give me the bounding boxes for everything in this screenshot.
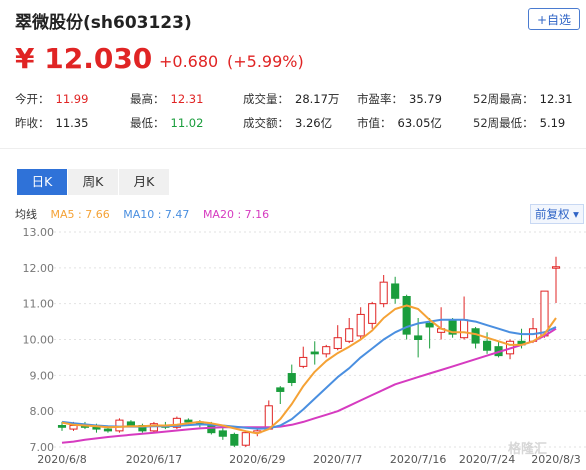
x-tick-label: 2020/6/17 (126, 453, 182, 466)
candle-body (287, 373, 296, 384)
candle-body (322, 346, 331, 355)
candle-body (230, 433, 239, 446)
stat-item: 市值： 63.05亿 (357, 115, 442, 131)
candle-body (264, 405, 273, 430)
adjust-label: 前复权 (535, 207, 570, 221)
stat-label: 成交量： (243, 92, 289, 106)
candle-body (333, 337, 342, 349)
x-tick-label: 2020/7/16 (390, 453, 446, 466)
stat-value: 11.99 (55, 92, 89, 106)
x-tick-label: 2020/6/29 (229, 453, 285, 466)
stat-label: 成交额： (243, 116, 289, 130)
watermark: 格隆汇 (508, 442, 548, 457)
y-tick-label: 12.00 (23, 262, 55, 275)
divider (0, 148, 586, 149)
stat-value: 28.17万 (295, 92, 340, 106)
stat-value: 35.79 (409, 92, 442, 106)
ma5-line (61, 304, 557, 435)
stat-item: 昨收： 11.35 (15, 115, 88, 131)
candle-body (115, 419, 124, 432)
y-tick-label: 9.00 (30, 369, 55, 382)
y-tick-label: 11.00 (23, 298, 55, 311)
stat-label: 52周最高： (473, 92, 534, 106)
stock-title: 翠微股份(sh603123) (15, 13, 192, 33)
chevron-down-icon: ▾ (573, 207, 579, 221)
candle-body (414, 335, 423, 340)
stat-label: 市盈率： (357, 92, 403, 106)
stat-label: 昨收： (15, 116, 50, 130)
candle-body (391, 283, 400, 299)
price-change: +0.680 (159, 52, 219, 71)
stat-item: 今开： 11.99 (15, 91, 88, 107)
stat-value: 11.02 (170, 116, 204, 130)
y-tick-label: 8.00 (30, 405, 55, 418)
y-tick-label: 10.00 (23, 334, 55, 347)
y-tick-label: 13.00 (23, 226, 55, 239)
candle-body (310, 351, 319, 355)
stat-label: 52周最低： (473, 116, 534, 130)
price-change-percent: (+5.99%) (227, 52, 304, 71)
candle-body (356, 313, 365, 337)
candle-body (299, 356, 308, 367)
x-tick-label: 2020/6/8 (37, 453, 86, 466)
candle-body (483, 340, 492, 351)
add-watchlist-button[interactable]: +自选 (528, 8, 580, 30)
x-tick-label: 2020/7/7 (313, 453, 362, 466)
x-tick-label: 2020/7/24 (459, 453, 515, 466)
candle-body (368, 303, 377, 324)
stat-value: 12.31 (539, 92, 573, 106)
candlestick-chart: 13.0012.0011.0010.009.008.007.002020/6/8… (23, 226, 586, 466)
stat-label: 最高： (130, 92, 165, 106)
candle-body (379, 281, 388, 305)
candle-body (218, 430, 227, 437)
stat-item: 市盈率： 35.79 (357, 91, 442, 107)
stat-item: 最高： 12.31 (130, 91, 203, 107)
candle-body (425, 322, 434, 328)
stat-item: 成交额： 3.26亿 (243, 115, 332, 131)
candle-body (69, 425, 78, 430)
candle-body (103, 428, 113, 432)
candle-body (126, 421, 135, 427)
candle-body (551, 266, 561, 269)
stat-value: 63.05亿 (397, 116, 442, 130)
stat-value: 11.35 (55, 116, 89, 130)
stat-label: 最低： (130, 116, 165, 130)
tab-2[interactable]: 月K (119, 169, 169, 195)
stat-value: 5.19 (539, 116, 566, 130)
stat-item: 成交量： 28.17万 (243, 91, 339, 107)
tab-0[interactable]: 日K (17, 169, 67, 195)
candle-body (345, 328, 354, 342)
candle-body (184, 419, 193, 423)
period-tabs: 日K 周K 月K (17, 169, 170, 195)
stat-value: 12.31 (170, 92, 204, 106)
candle-body (57, 425, 67, 428)
stat-label: 今开： (15, 92, 50, 106)
candle-body (460, 319, 469, 339)
stat-label: 市值： (357, 116, 392, 130)
candle-body (241, 432, 250, 446)
candle-body (276, 387, 285, 392)
current-price: ¥ 12.030 (15, 42, 153, 75)
stat-item: 52周最高： 12.31 (473, 91, 573, 107)
tab-1[interactable]: 周K (68, 169, 118, 195)
stat-value: 3.26亿 (295, 116, 333, 130)
stat-item: 最低： 11.02 (130, 115, 203, 131)
candle-body (92, 426, 101, 430)
stat-item: 52周最低： 5.19 (473, 115, 565, 131)
